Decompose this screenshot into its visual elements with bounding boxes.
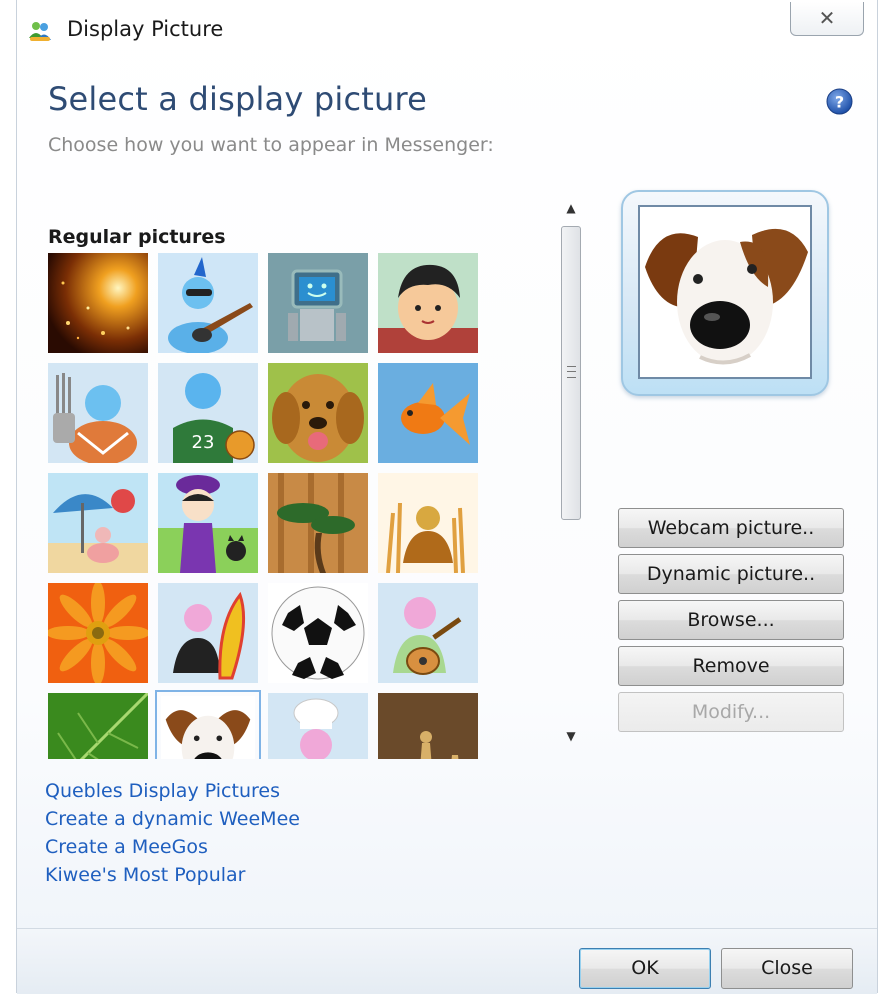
messenger-buddies-icon (27, 18, 53, 44)
scroll-up-arrow-icon[interactable]: ▲ (560, 198, 582, 218)
girl-with-cat-icon (158, 473, 258, 573)
ok-button[interactable]: OK (579, 948, 711, 989)
picture-tile-beach-umbrella[interactable] (48, 473, 148, 573)
title-bar: Display Picture ✕ (17, 0, 877, 62)
picture-tile-golfer[interactable] (48, 363, 148, 463)
picture-tile-sparkles[interactable] (48, 253, 148, 353)
goldfish-icon (378, 363, 478, 463)
picture-tile-golden-retriever[interactable] (268, 363, 368, 463)
boy-icon (378, 253, 478, 353)
scrollbar-grip-icon (567, 366, 576, 378)
soccer-ball-icon (268, 583, 368, 683)
picture-tile-robot[interactable] (268, 253, 368, 353)
scrollbar-track[interactable] (560, 224, 582, 720)
section-label-regular-pictures: Regular pictures (48, 226, 226, 248)
dynamic-picture-button[interactable]: Dynamic picture.. (618, 554, 844, 594)
basketball-player-icon: 23 (158, 363, 258, 463)
close-icon: ✕ (818, 6, 836, 30)
scroll-down-arrow-icon[interactable]: ▼ (560, 726, 582, 746)
page-title: Select a display picture (48, 80, 428, 118)
picture-tile-bonsai[interactable] (268, 473, 368, 573)
dialog-footer: OK Close (17, 928, 877, 994)
webcam-picture-button[interactable]: Webcam picture.. (618, 508, 844, 548)
links-list: Quebles Display Pictures Create a dynami… (45, 777, 300, 889)
chef-icon (268, 693, 368, 759)
picture-tile-girl-with-cat[interactable] (158, 473, 258, 573)
beach-umbrella-icon (48, 473, 148, 573)
sparkles-icon (48, 253, 148, 353)
picture-tile-goldfish[interactable] (378, 363, 478, 463)
picture-tile-chess-pieces[interactable] (378, 693, 478, 759)
window-title: Display Picture (67, 17, 224, 41)
current-picture-preview (621, 190, 829, 396)
scrollbar-thumb[interactable] (561, 226, 581, 520)
picture-tile-basketball-player[interactable]: 23 (158, 363, 258, 463)
picture-grid-scrollbar[interactable]: ▲ ▼ (560, 198, 582, 746)
gerbera-flower-icon (48, 583, 148, 683)
link-create-dynamic-weemee[interactable]: Create a dynamic WeeMee (45, 805, 300, 833)
link-kiwees-most-popular[interactable]: Kiwee's Most Popular (45, 861, 300, 889)
robot-icon (268, 253, 368, 353)
display-picture-dialog: Display Picture ✕ Select a display pictu… (16, 0, 878, 994)
close-button[interactable]: Close (721, 948, 853, 989)
picture-tile-soccer-ball[interactable] (268, 583, 368, 683)
golden-retriever-icon (268, 363, 368, 463)
picture-tile-chef[interactable] (268, 693, 368, 759)
picture-tile-dog[interactable] (155, 690, 261, 759)
bonsai-icon (268, 473, 368, 573)
modify-button[interactable]: Modify... (618, 692, 844, 732)
link-create-meegos[interactable]: Create a MeeGos (45, 833, 300, 861)
svg-text:?: ? (835, 93, 844, 112)
picture-tile-surfboard-figure[interactable] (158, 583, 258, 683)
dog-icon (640, 207, 810, 377)
golfer-icon (48, 363, 148, 463)
surfboard-icon (158, 583, 258, 683)
svg-text:23: 23 (192, 432, 215, 453)
window-close-button[interactable]: ✕ (790, 2, 864, 36)
picture-tile-autumn-figure[interactable] (378, 473, 478, 573)
link-quebles-display-pictures[interactable]: Quebles Display Pictures (45, 777, 300, 805)
chess-icon (378, 693, 478, 759)
help-icon[interactable]: ? (826, 88, 853, 115)
picture-tile-orange-gerbera[interactable] (48, 583, 148, 683)
remove-button[interactable]: Remove (618, 646, 844, 686)
page-subtitle: Choose how you want to appear in Messeng… (48, 134, 494, 156)
picture-tile-boy[interactable] (378, 253, 478, 353)
browse-button[interactable]: Browse... (618, 600, 844, 640)
picture-tile-guitar-player[interactable] (158, 253, 258, 353)
picture-tile-acoustic-guitar-figure[interactable] (378, 583, 478, 683)
guitar-player-icon (158, 253, 258, 353)
autumn-figure-icon (378, 473, 478, 573)
dog-icon (161, 696, 255, 759)
picture-tile-green-leaf[interactable] (48, 693, 148, 759)
picture-grid: 23 (48, 253, 558, 759)
acoustic-guitar-icon (378, 583, 478, 683)
leaf-icon (48, 693, 148, 759)
preview-image (638, 205, 812, 379)
